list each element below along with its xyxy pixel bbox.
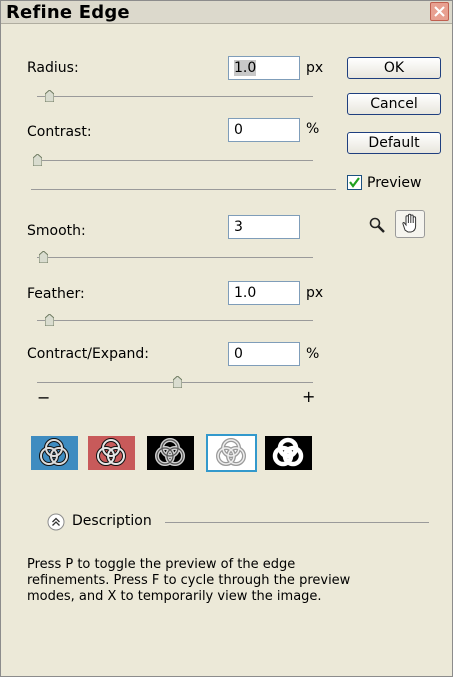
default-button[interactable]: Default: [347, 132, 441, 154]
radius-slider-track[interactable]: [37, 96, 313, 97]
view-mode-standard[interactable]: [31, 436, 78, 470]
view-mode-mask[interactable]: [265, 436, 312, 470]
contract-expand-slider-thumb[interactable]: [173, 376, 182, 388]
view-mode-quick-mask[interactable]: [88, 436, 135, 470]
description-text: Press P to toggle the preview of the edg…: [27, 557, 439, 605]
cancel-button[interactable]: Cancel: [347, 93, 441, 115]
description-line: refinements. Press F to cycle through th…: [27, 573, 351, 588]
checkmark-icon: [349, 177, 360, 188]
contract-expand-input[interactable]: 0: [228, 342, 300, 366]
feather-label: Feather:: [27, 286, 85, 302]
preview-checkbox[interactable]: [347, 175, 362, 190]
smooth-input[interactable]: 3: [228, 215, 300, 239]
hand-tool-button[interactable]: [395, 210, 425, 238]
contrast-input[interactable]: 0: [228, 118, 300, 142]
smooth-label: Smooth:: [27, 223, 86, 239]
radius-label: Radius:: [27, 60, 79, 76]
knot-icon: [216, 438, 246, 466]
contrast-unit: %: [306, 121, 320, 137]
refine-edge-dialog: Refine Edge Radius: 1.0 px Contrast: 0 %…: [0, 0, 453, 677]
view-mode-on-black[interactable]: [147, 436, 194, 470]
knot-icon: [272, 437, 304, 467]
radius-input[interactable]: 1.0: [228, 56, 300, 80]
smooth-slider-track[interactable]: [37, 257, 313, 258]
knot-icon: [96, 438, 126, 466]
radius-slider-thumb[interactable]: [45, 90, 54, 102]
radius-unit: px: [306, 60, 324, 76]
close-button[interactable]: [430, 2, 449, 21]
view-mode-on-white[interactable]: [206, 434, 257, 472]
expand-plus-label: +: [302, 387, 316, 406]
feather-slider-thumb[interactable]: [45, 314, 54, 326]
section-divider: [31, 189, 336, 190]
collapse-chevron-icon[interactable]: [47, 513, 65, 531]
feather-slider-track[interactable]: [37, 320, 313, 321]
description-line: modes, and X to temporarily view the ima…: [27, 589, 322, 604]
contrast-slider-track[interactable]: [37, 160, 313, 161]
feather-unit: px: [306, 285, 324, 301]
knot-icon: [39, 438, 69, 466]
contract-minus-label: −: [37, 388, 51, 407]
contract-expand-label: Contract/Expand:: [27, 346, 150, 362]
contrast-label: Contrast:: [27, 124, 92, 140]
contract-expand-unit: %: [306, 346, 320, 362]
radius-value: 1.0: [234, 60, 257, 76]
preview-label: Preview: [367, 175, 422, 191]
title-bar: Refine Edge: [1, 1, 452, 24]
zoom-icon[interactable]: [367, 215, 387, 235]
close-icon: [434, 6, 445, 17]
feather-input[interactable]: 1.0: [228, 281, 300, 305]
description-divider: [165, 522, 429, 523]
hand-icon: [402, 213, 417, 233]
smooth-slider-thumb[interactable]: [39, 251, 48, 263]
description-toggle-label[interactable]: Description: [72, 513, 152, 529]
description-line: Press P to toggle the preview of the edg…: [27, 557, 296, 572]
knot-icon: [155, 438, 185, 466]
ok-button[interactable]: OK: [347, 57, 441, 79]
dialog-title: Refine Edge: [6, 2, 130, 23]
contrast-slider-thumb[interactable]: [33, 154, 42, 166]
